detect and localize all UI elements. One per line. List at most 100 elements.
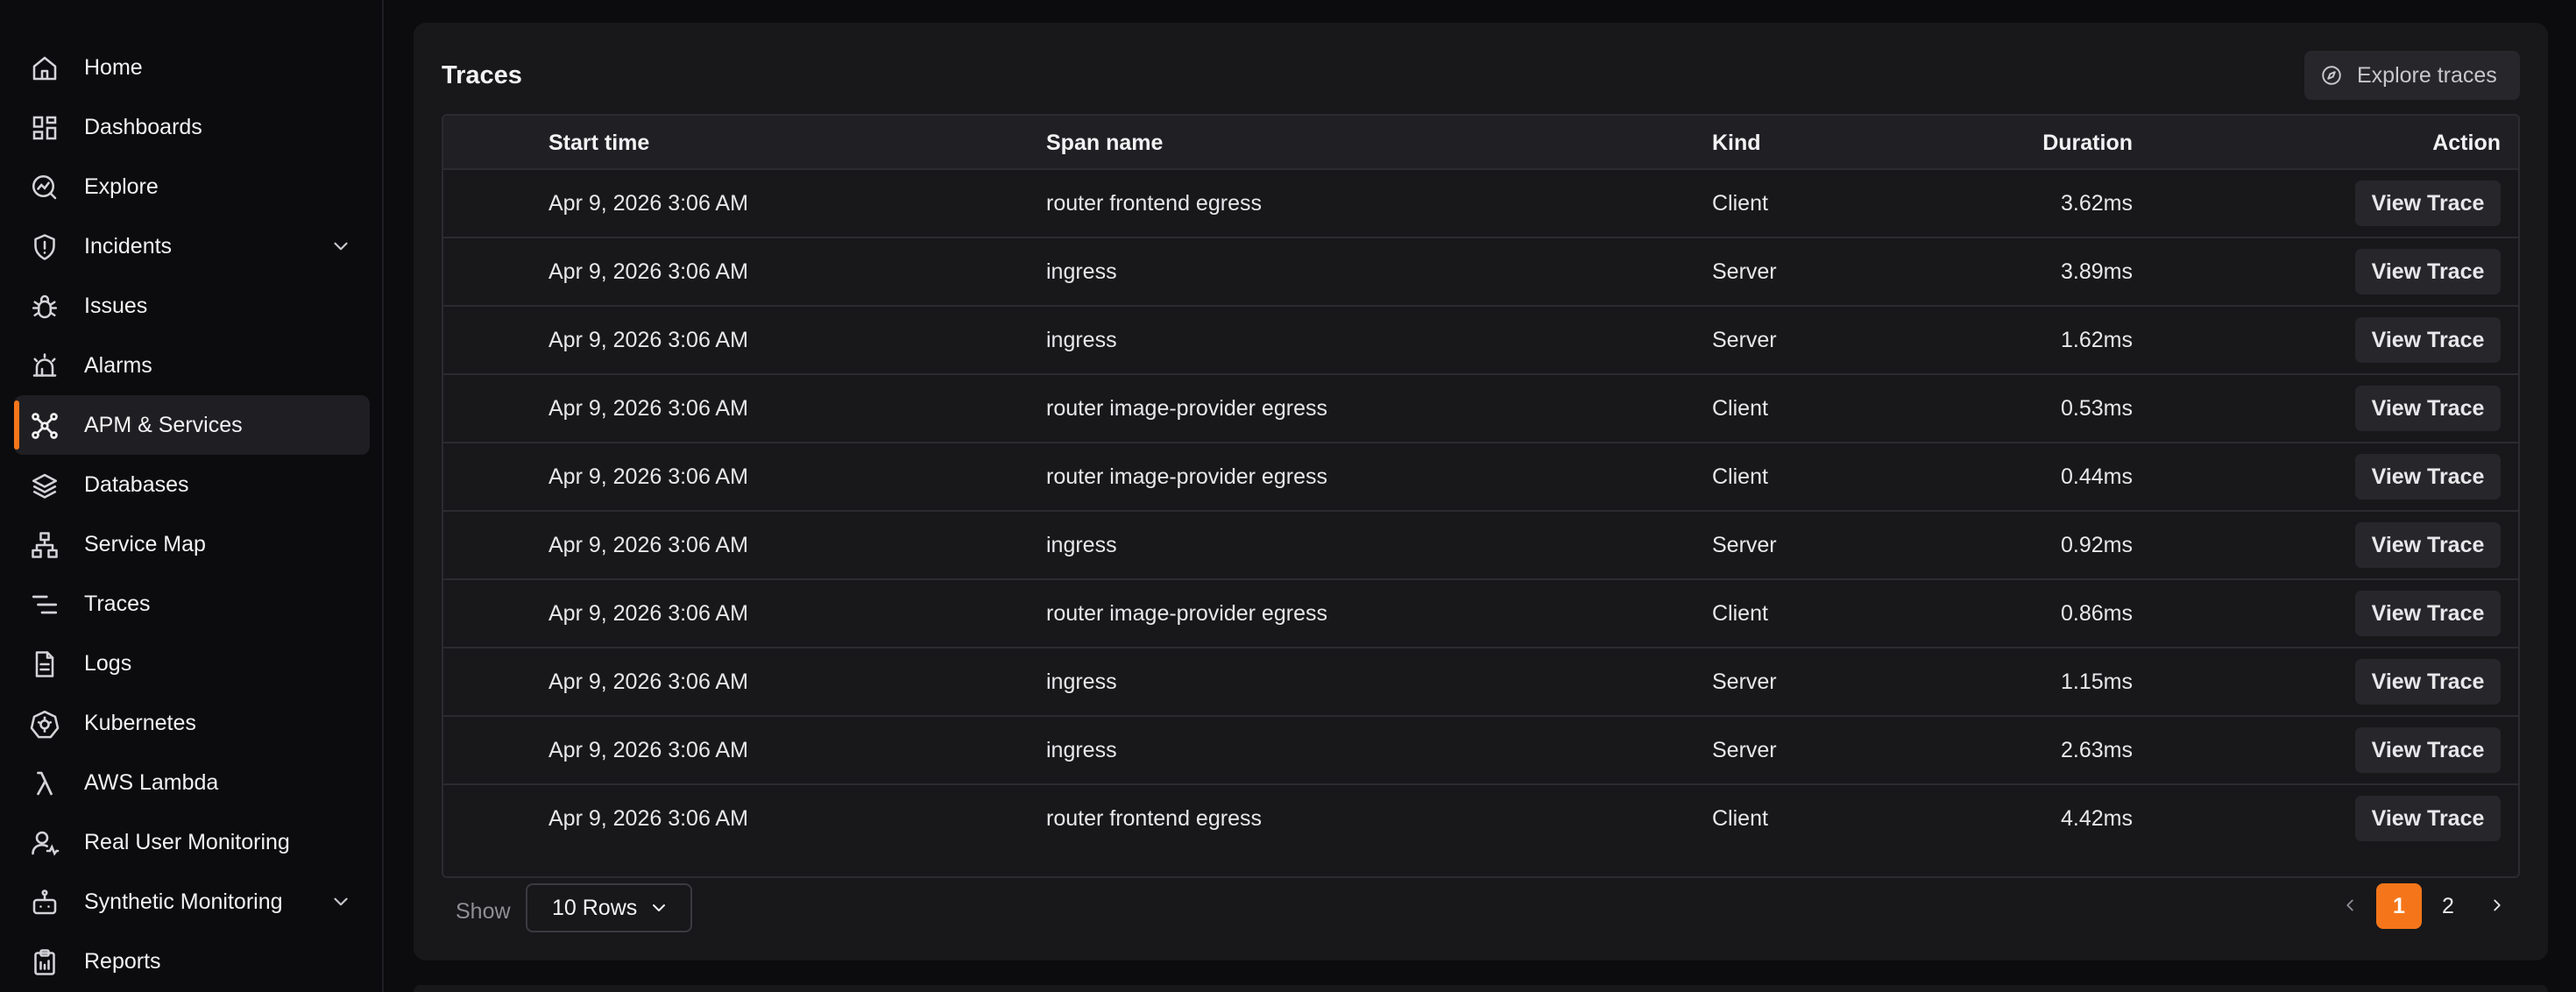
sidebar-item-aws-lambda[interactable]: AWS Lambda xyxy=(14,753,370,812)
sidebar-item-synthetic-monitoring[interactable]: Synthetic Monitoring xyxy=(14,872,370,932)
sidebar-item-label: APM & Services xyxy=(84,413,243,437)
view-trace-button[interactable]: View Trace xyxy=(2355,727,2501,773)
cell-start-time: Apr 9, 2026 3:06 AM xyxy=(548,396,748,421)
cell-kind: Client xyxy=(1712,464,1768,489)
cell-duration: 2.63ms xyxy=(2061,738,2133,762)
cell-start-time: Apr 9, 2026 3:06 AM xyxy=(548,464,748,489)
sidebar-item-label: Kubernetes xyxy=(84,711,196,735)
cell-kind: Client xyxy=(1712,601,1768,626)
cell-kind: Server xyxy=(1712,259,1777,284)
explore-traces-button[interactable]: Explore traces xyxy=(2304,51,2520,100)
cell-duration: 1.62ms xyxy=(2061,328,2133,352)
cell-span-name: ingress xyxy=(1046,670,1117,694)
compass-icon xyxy=(2320,64,2343,87)
view-trace-button[interactable]: View Trace xyxy=(2355,181,2501,226)
sidebar-item-label: Real User Monitoring xyxy=(84,830,290,854)
sidebar-item-label: Logs xyxy=(84,651,132,676)
view-trace-button[interactable]: View Trace xyxy=(2355,454,2501,500)
panel-title: Traces xyxy=(442,61,522,89)
pagination-next-button[interactable] xyxy=(2474,883,2520,929)
table-row[interactable]: Apr 9, 2026 3:06 AM ingress Server 2.63m… xyxy=(443,717,2518,785)
cell-start-time: Apr 9, 2026 3:06 AM xyxy=(548,670,748,694)
table-row[interactable]: Apr 9, 2026 3:06 AM ingress Server 3.89m… xyxy=(443,238,2518,307)
rows-per-page-value: 10 Rows xyxy=(552,896,638,920)
chevron-down-icon xyxy=(648,897,669,918)
traces-icon xyxy=(29,589,60,620)
sidebar-item-real-user-monitoring[interactable]: Real User Monitoring xyxy=(14,812,370,872)
cell-start-time: Apr 9, 2026 3:06 AM xyxy=(548,328,748,352)
home-icon xyxy=(29,53,60,84)
dashboard-grid-icon xyxy=(29,112,60,144)
column-header-action: Action xyxy=(2432,131,2501,155)
view-trace-button[interactable]: View Trace xyxy=(2355,659,2501,705)
sidebar-item-label: Alarms xyxy=(84,353,152,378)
cell-start-time: Apr 9, 2026 3:06 AM xyxy=(548,806,748,831)
table-row[interactable]: Apr 9, 2026 3:06 AM ingress Server 0.92m… xyxy=(443,512,2518,580)
sidebar-item-label: Databases xyxy=(84,472,189,497)
sidebar-item-databases[interactable]: Databases xyxy=(14,455,370,514)
file-text-icon xyxy=(29,648,60,680)
pagination: 1 2 xyxy=(2327,883,2520,929)
bug-icon xyxy=(29,291,60,322)
cell-duration: 0.44ms xyxy=(2061,464,2133,489)
sidebar-item-apm-services[interactable]: APM & Services xyxy=(14,395,370,455)
sidebar-item-explore[interactable]: Explore xyxy=(14,157,370,216)
cell-duration: 1.15ms xyxy=(2061,670,2133,694)
sidebar-item-service-map[interactable]: Service Map xyxy=(14,514,370,574)
view-trace-button[interactable]: View Trace xyxy=(2355,249,2501,294)
sidebar-item-dashboards[interactable]: Dashboards xyxy=(14,97,370,157)
layers-icon xyxy=(29,470,60,501)
table-row[interactable]: Apr 9, 2026 3:06 AM router frontend egre… xyxy=(443,170,2518,238)
table-row[interactable]: Apr 9, 2026 3:06 AM router frontend egre… xyxy=(443,785,2518,854)
chevron-down-icon[interactable] xyxy=(329,890,352,913)
chevron-down-icon[interactable] xyxy=(329,235,352,258)
table-row[interactable]: Apr 9, 2026 3:06 AM ingress Server 1.15m… xyxy=(443,648,2518,717)
explore-chart-icon xyxy=(29,172,60,203)
cell-start-time: Apr 9, 2026 3:06 AM xyxy=(548,601,748,626)
robot-icon xyxy=(29,887,60,918)
cell-start-time: Apr 9, 2026 3:06 AM xyxy=(548,259,748,284)
view-trace-button[interactable]: View Trace xyxy=(2355,522,2501,568)
table-row[interactable]: Apr 9, 2026 3:06 AM router image-provide… xyxy=(443,375,2518,443)
view-trace-button[interactable]: View Trace xyxy=(2355,386,2501,431)
cell-span-name: router image-provider egress xyxy=(1046,464,1327,489)
view-trace-button[interactable]: View Trace xyxy=(2355,591,2501,636)
table-row[interactable]: Apr 9, 2026 3:06 AM router image-provide… xyxy=(443,443,2518,512)
view-trace-button[interactable]: View Trace xyxy=(2355,796,2501,841)
cell-kind: Client xyxy=(1712,191,1768,216)
cell-duration: 3.62ms xyxy=(2061,191,2133,216)
sidebar-item-label: Reports xyxy=(84,949,161,974)
cell-kind: Server xyxy=(1712,328,1777,352)
cell-span-name: ingress xyxy=(1046,533,1117,557)
cell-kind: Client xyxy=(1712,396,1768,421)
traces-table: Start time Span name Kind Duration Actio… xyxy=(442,114,2520,878)
sidebar-item-reports[interactable]: Reports xyxy=(14,932,370,991)
sidebar-item-home[interactable]: Home xyxy=(14,38,370,97)
pagination-page-2[interactable]: 2 xyxy=(2425,883,2471,929)
sidebar-item-label: Traces xyxy=(84,592,151,616)
sidebar-item-incidents[interactable]: Incidents xyxy=(14,216,370,276)
sidebar-item-label: AWS Lambda xyxy=(84,770,219,795)
sidebar-item-kubernetes[interactable]: Kubernetes xyxy=(14,693,370,753)
cell-span-name: router frontend egress xyxy=(1046,806,1262,831)
cell-duration: 3.89ms xyxy=(2061,259,2133,284)
view-trace-button[interactable]: View Trace xyxy=(2355,317,2501,363)
cell-kind: Server xyxy=(1712,738,1777,762)
sidebar-item-issues[interactable]: Issues xyxy=(14,276,370,336)
cell-start-time: Apr 9, 2026 3:06 AM xyxy=(548,738,748,762)
pagination-prev-button[interactable] xyxy=(2327,883,2373,929)
cell-span-name: router image-provider egress xyxy=(1046,601,1327,626)
table-row[interactable]: Apr 9, 2026 3:06 AM router image-provide… xyxy=(443,580,2518,648)
sidebar-item-alarms[interactable]: Alarms xyxy=(14,336,370,395)
column-header-start-time: Start time xyxy=(548,131,650,155)
explore-traces-label: Explore traces xyxy=(2357,63,2497,88)
table-row[interactable]: Apr 9, 2026 3:06 AM ingress Server 1.62m… xyxy=(443,307,2518,375)
sidebar-item-label: Issues xyxy=(84,294,148,318)
sidebar-item-traces[interactable]: Traces xyxy=(14,574,370,634)
user-monitoring-icon xyxy=(29,827,60,859)
cell-duration: 4.42ms xyxy=(2061,806,2133,831)
pagination-page-1[interactable]: 1 xyxy=(2376,883,2422,929)
rows-per-page-select[interactable]: 10 Rows xyxy=(526,883,692,932)
cell-kind: Server xyxy=(1712,533,1777,557)
sidebar-item-logs[interactable]: Logs xyxy=(14,634,370,693)
